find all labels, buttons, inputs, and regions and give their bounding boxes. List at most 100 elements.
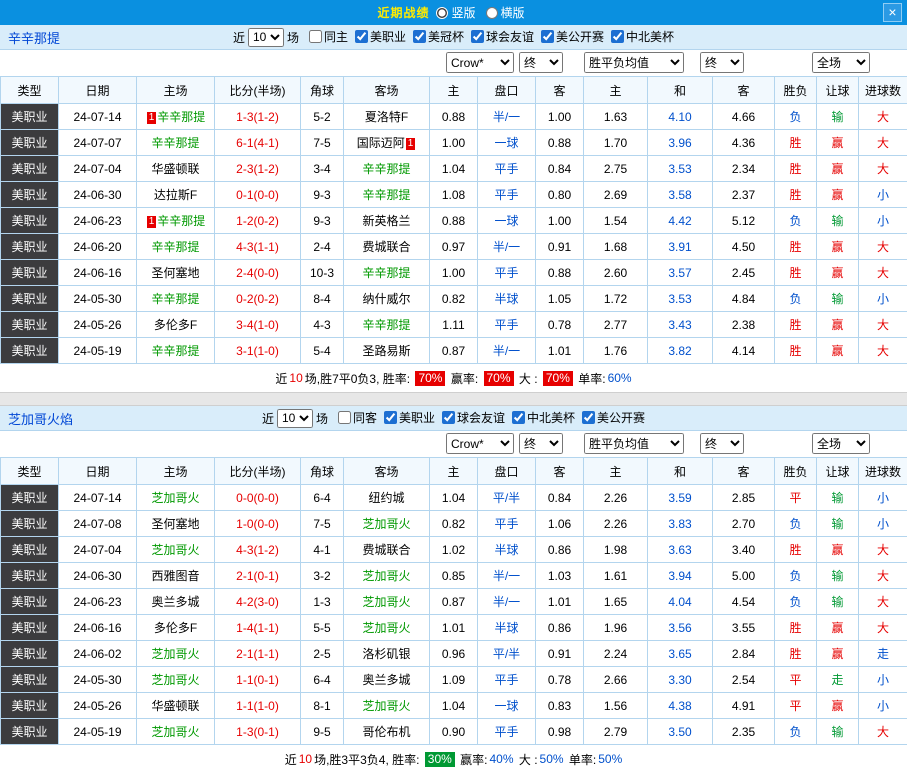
asia-away-odds: 0.86 xyxy=(536,537,584,563)
asia-away-odds: 0.91 xyxy=(536,234,584,260)
corners-cell: 7-5 xyxy=(301,511,344,537)
checkbox-美冠杯[interactable] xyxy=(413,30,426,43)
checkbox-中北美杯[interactable] xyxy=(611,30,624,43)
final-odds-select[interactable]: 终 xyxy=(519,433,563,454)
asia-away-odds: 1.00 xyxy=(536,208,584,234)
goals-result-cell: 大 xyxy=(859,104,907,130)
score-cell: 3-4(1-0) xyxy=(215,312,301,338)
result-cell: 平 xyxy=(775,693,817,719)
corners-cell: 5-4 xyxy=(301,338,344,364)
team-label: 国际迈阿 xyxy=(357,136,405,150)
checkbox-美公开赛[interactable] xyxy=(582,411,595,424)
date-cell: 24-06-23 xyxy=(59,589,137,615)
checkbox-球会友谊[interactable] xyxy=(471,30,484,43)
result-cell: 胜 xyxy=(775,182,817,208)
score-cell: 3-1(1-0) xyxy=(215,338,301,364)
col-header-result: 胜负 xyxy=(775,458,817,485)
checkbox-同客[interactable] xyxy=(338,411,351,424)
team-label: 达拉斯F xyxy=(154,188,197,202)
neutral-badge: 1 xyxy=(147,112,157,124)
handicap-result-cell: 输 xyxy=(817,563,859,589)
home-team-cell: 辛辛那提 xyxy=(137,286,215,312)
final-odds-select-2[interactable]: 终 xyxy=(700,433,744,454)
layout-radio[interactable] xyxy=(436,7,448,19)
checkbox-中北美杯[interactable] xyxy=(512,411,525,424)
euro-home-odds: 2.79 xyxy=(584,719,648,745)
match-row: 美职业24-07-04芝加哥火4-3(1-2)4-1费城联合1.02半球0.86… xyxy=(1,537,907,563)
result-cell: 平 xyxy=(775,667,817,693)
team-label: 华盛顿联 xyxy=(151,699,199,713)
league-cell: 美职业 xyxy=(1,589,59,615)
asia-away-odds: 1.01 xyxy=(536,338,584,364)
team-label: 圣何塞地 xyxy=(151,517,199,531)
odds-company-select[interactable]: Crow* xyxy=(446,433,514,454)
col-header-away: 客场 xyxy=(344,77,430,104)
scope-select[interactable]: 全场 xyxy=(812,433,870,454)
match-row: 美职业24-07-141辛辛那提1-3(1-2)5-2夏洛特F0.88半/一1.… xyxy=(1,104,907,130)
score-cell: 0-2(0-2) xyxy=(215,286,301,312)
result-cell: 胜 xyxy=(775,537,817,563)
league-filter-checkboxes: 同客美职业球会友谊中北美杯美公开赛 xyxy=(331,409,645,427)
euro-home-odds: 1.98 xyxy=(584,537,648,563)
col-header-home: 主场 xyxy=(137,77,215,104)
handicap-result-cell: 输 xyxy=(817,208,859,234)
date-cell: 24-05-26 xyxy=(59,312,137,338)
euro-draw-odds: 3.94 xyxy=(648,563,713,589)
league-filter-checkboxes: 同主美职业美冠杯球会友谊美公开赛中北美杯 xyxy=(302,28,674,46)
checkbox-美职业[interactable] xyxy=(355,30,368,43)
layout-radio-label: 横版 xyxy=(501,4,525,21)
asia-home-odds: 0.82 xyxy=(430,286,478,312)
final-odds-select-2[interactable]: 终 xyxy=(700,52,744,73)
checkbox-美职业[interactable] xyxy=(384,411,397,424)
europe-avg-select[interactable]: 胜平负均值 xyxy=(584,433,684,454)
team-label: 圣路易斯 xyxy=(362,344,410,358)
checkbox-球会友谊[interactable] xyxy=(442,411,455,424)
corners-cell: 3-2 xyxy=(301,563,344,589)
goals-result-cell: 小 xyxy=(859,182,907,208)
away-team-cell: 费城联合 xyxy=(344,537,430,563)
asia-home-odds: 0.97 xyxy=(430,234,478,260)
league-cell: 美职业 xyxy=(1,156,59,182)
team-label: 辛辛那提 xyxy=(151,136,199,150)
result-cell: 负 xyxy=(775,719,817,745)
away-team-cell: 辛辛那提 xyxy=(344,312,430,338)
neutral-badge: 1 xyxy=(406,138,416,150)
date-cell: 24-05-19 xyxy=(59,338,137,364)
team-label: 费城联合 xyxy=(362,543,410,557)
result-cell: 胜 xyxy=(775,260,817,286)
euro-draw-odds: 4.42 xyxy=(648,208,713,234)
summary-segment: 近 xyxy=(275,370,287,387)
asia-handicap: 半球 xyxy=(478,615,536,641)
handicap-result-cell: 赢 xyxy=(817,182,859,208)
away-team-cell: 圣路易斯 xyxy=(344,338,430,364)
checkbox-同主[interactable] xyxy=(309,30,322,43)
match-count-select[interactable]: 10 xyxy=(248,28,284,47)
close-button[interactable]: × xyxy=(883,3,902,22)
euro-draw-odds: 3.53 xyxy=(648,286,713,312)
corners-cell: 9-3 xyxy=(301,208,344,234)
checkbox-美公开赛[interactable] xyxy=(541,30,554,43)
odds-company-select[interactable]: Crow* xyxy=(446,52,514,73)
asia-handicap: 平手 xyxy=(478,719,536,745)
asia-handicap: 平手 xyxy=(478,511,536,537)
checkbox-label: 美公开赛 xyxy=(597,409,645,426)
col-header-euro-home: 主 xyxy=(584,458,648,485)
score-cell: 1-1(1-0) xyxy=(215,693,301,719)
scope-select[interactable]: 全场 xyxy=(812,52,870,73)
europe-avg-select[interactable]: 胜平负均值 xyxy=(584,52,684,73)
checkbox-label: 美职业 xyxy=(399,409,435,426)
final-odds-select[interactable]: 终 xyxy=(519,52,563,73)
filter-check-美冠杯: 美冠杯 xyxy=(413,28,464,45)
col-header-euro-draw: 和 xyxy=(648,458,713,485)
away-team-cell: 哥伦布机 xyxy=(344,719,430,745)
score-cell: 0-1(0-0) xyxy=(215,182,301,208)
col-header-goals: 进球数 xyxy=(859,458,907,485)
away-team-cell: 夏洛特F xyxy=(344,104,430,130)
asia-handicap: 半/一 xyxy=(478,234,536,260)
summary-row: 近10场,胜7平0负3, 胜率: 70% 赢率: 70% 大 : 70% 单率:… xyxy=(0,364,907,392)
match-count-select[interactable]: 10 xyxy=(277,409,313,428)
checkbox-label: 球会友谊 xyxy=(457,409,505,426)
layout-radio[interactable] xyxy=(486,7,498,19)
handicap-result-cell: 赢 xyxy=(817,260,859,286)
goals-result-cell: 小 xyxy=(859,511,907,537)
